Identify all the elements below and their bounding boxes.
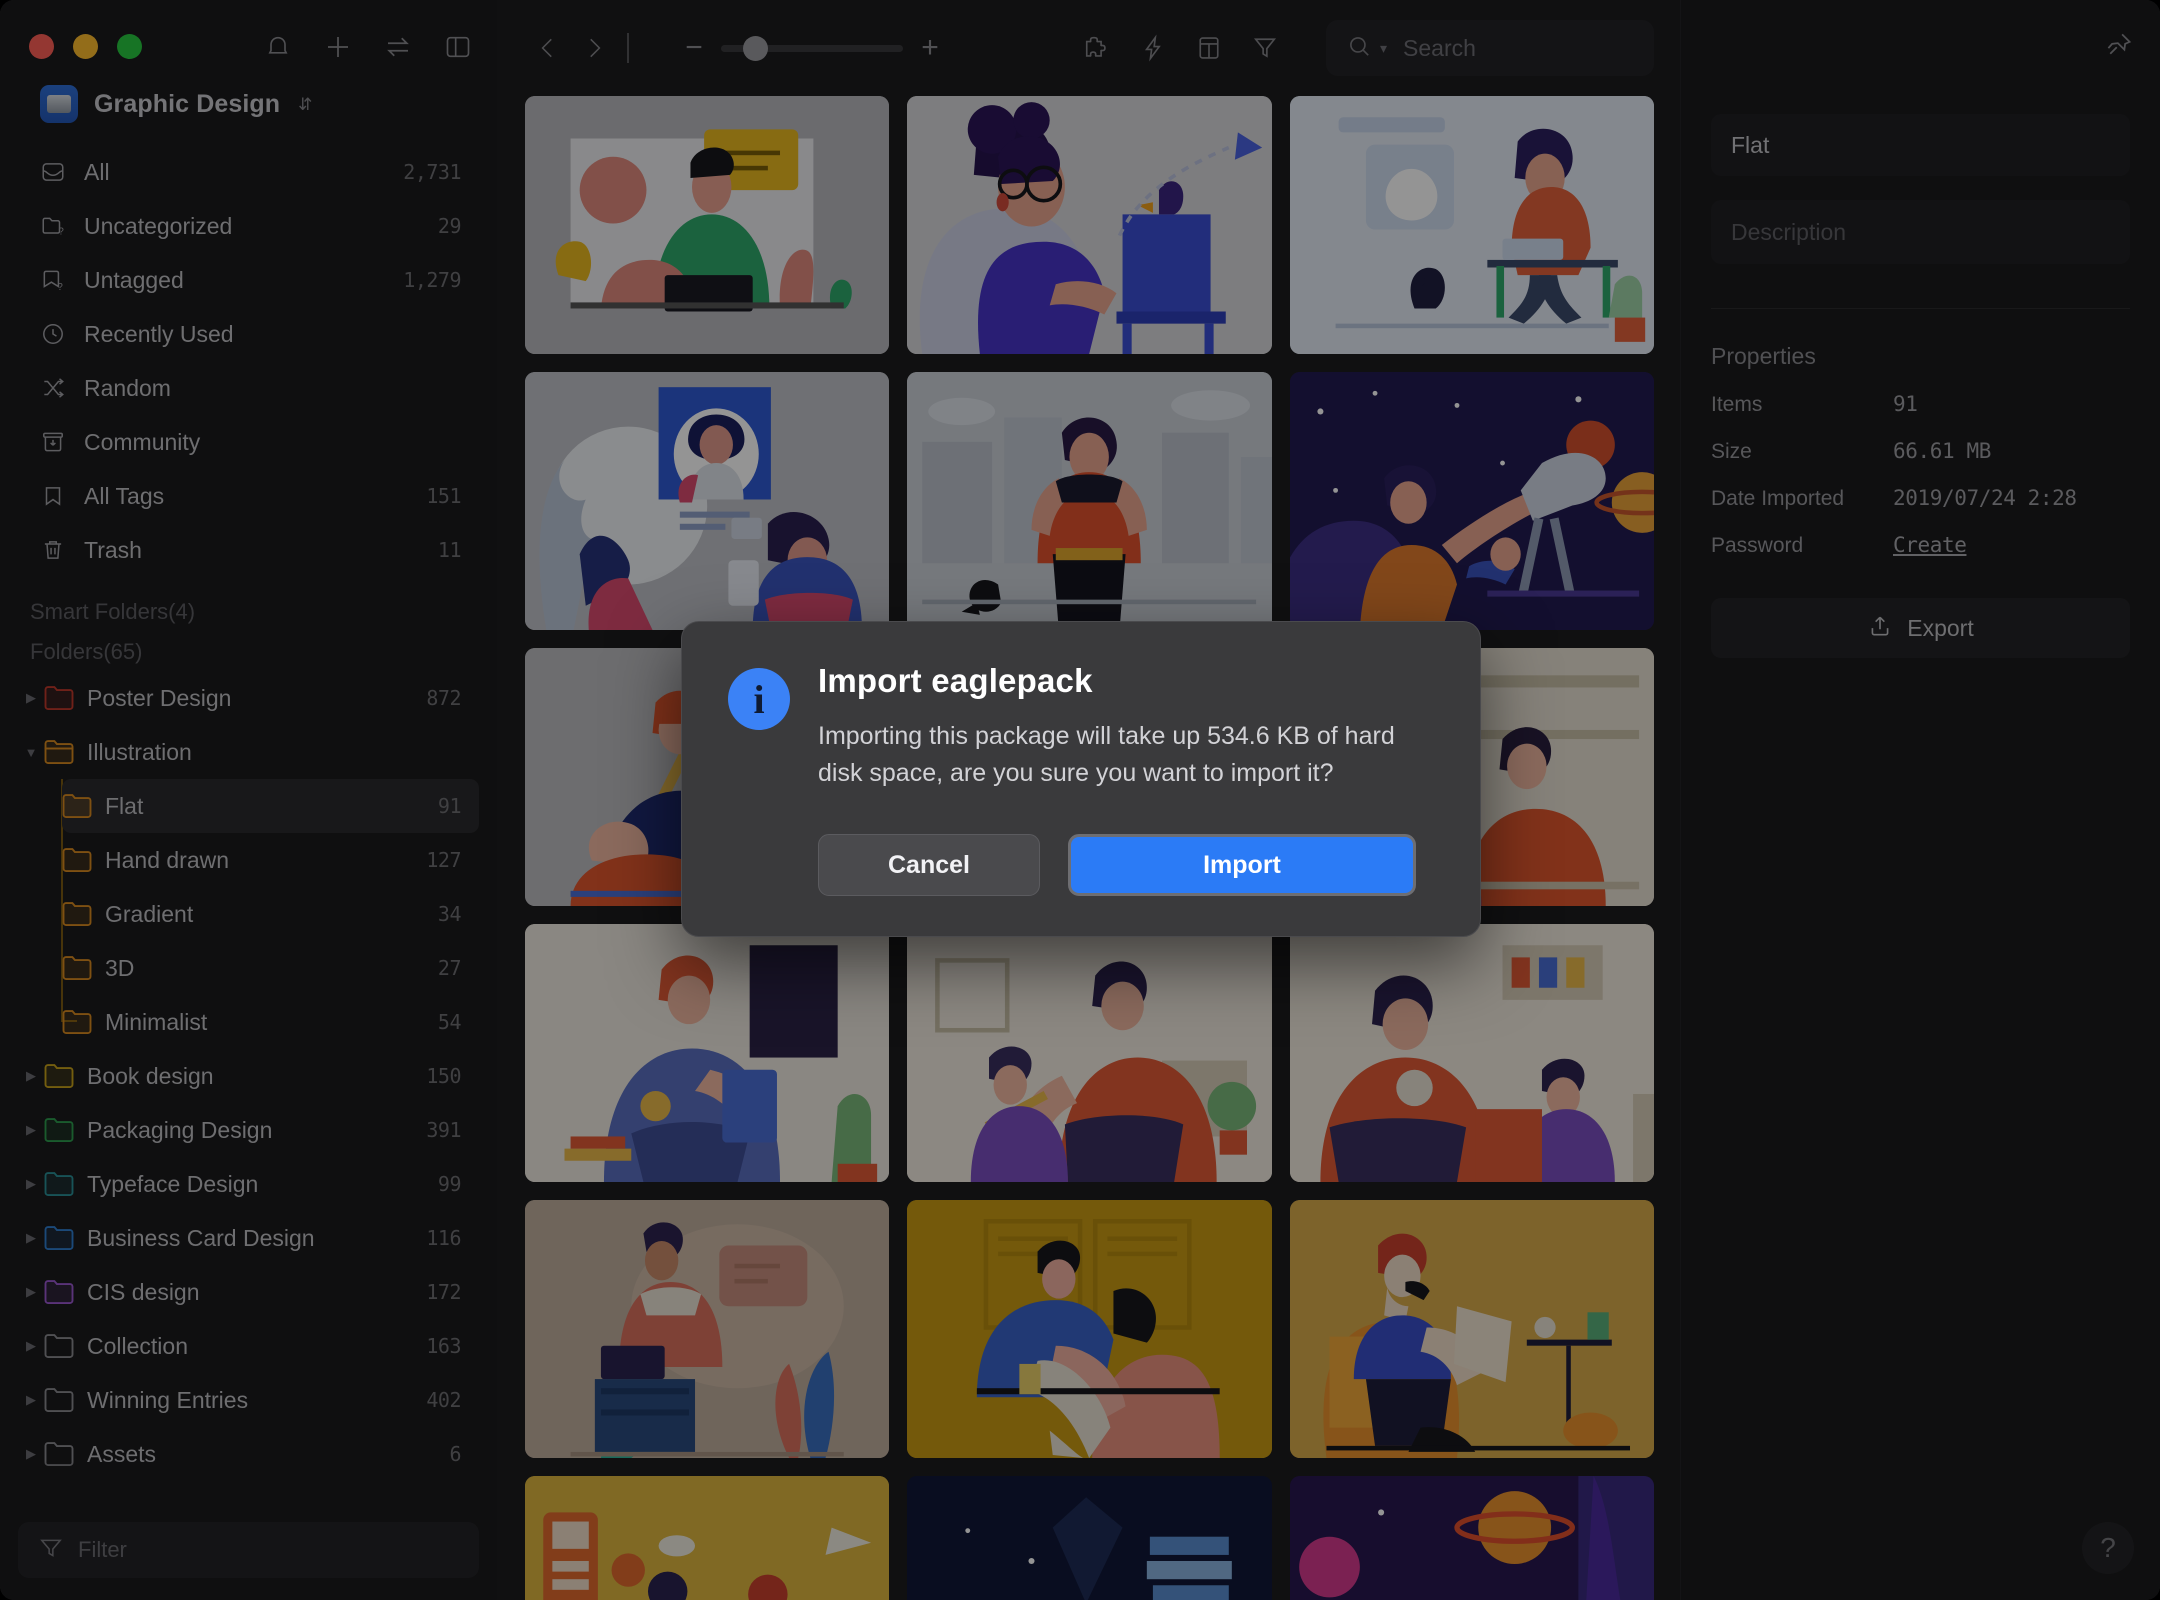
app-window: Graphic Design ⇵ All 2,731 ? Uncategoriz — [0, 0, 2160, 1600]
import-eaglepack-dialog: i Import eaglepack Importing this packag… — [681, 621, 1481, 937]
import-button[interactable]: Import — [1068, 834, 1416, 896]
dialog-title: Import eaglepack — [818, 662, 1093, 699]
cancel-button[interactable]: Cancel — [818, 834, 1040, 896]
info-icon: i — [728, 668, 790, 730]
dialog-message: Importing this package will take up 534.… — [818, 722, 1395, 787]
